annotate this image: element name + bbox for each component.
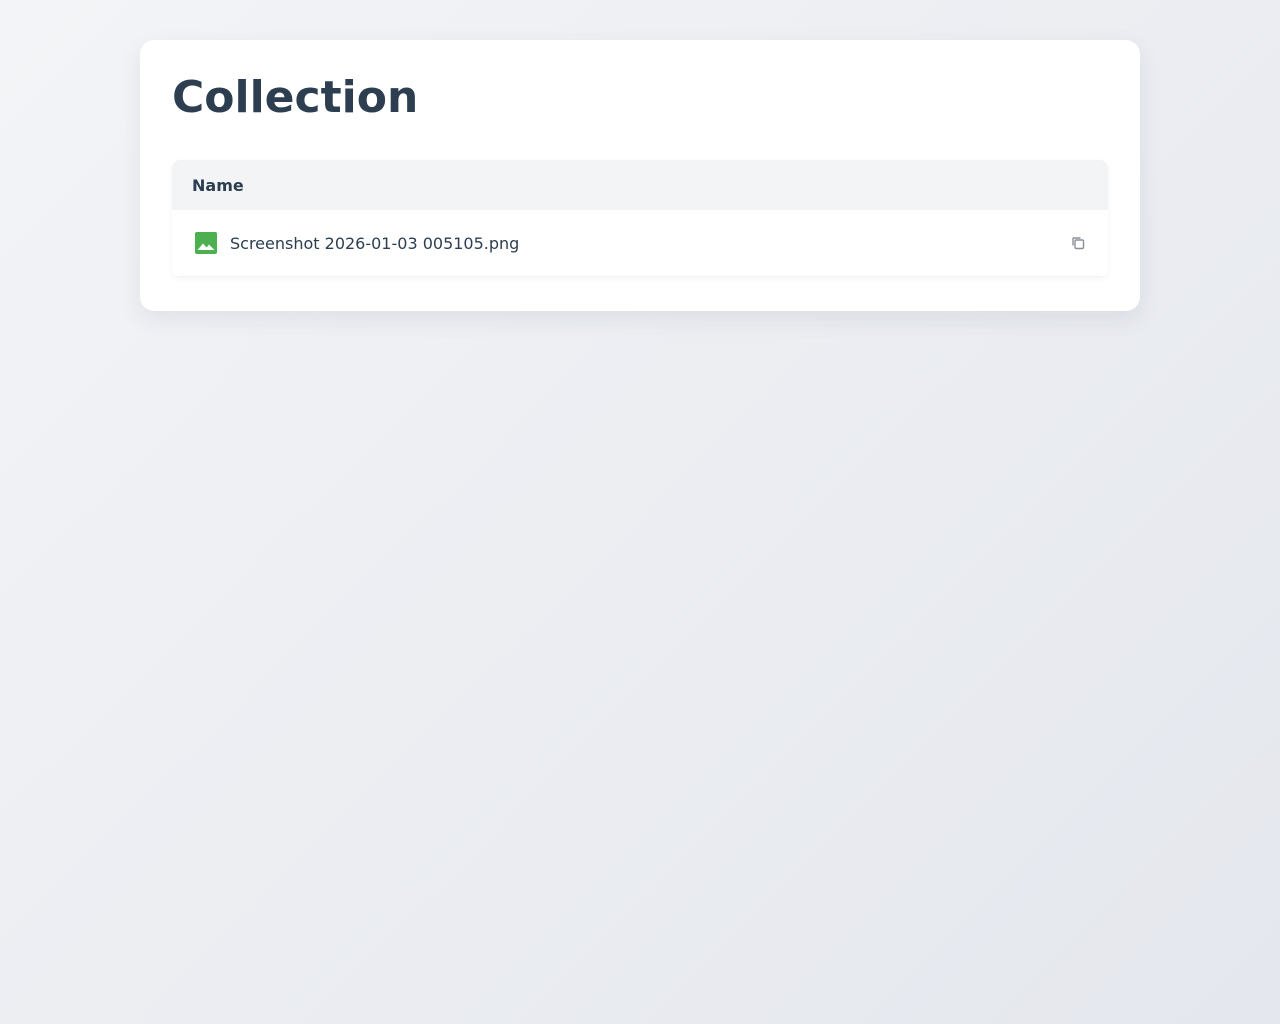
collection-card: Collection Name Screenshot 2026-01-03 00… <box>140 40 1140 311</box>
file-table: Name Screenshot 2026-01-03 005105.png <box>172 160 1108 277</box>
column-header-name[interactable]: Name <box>192 176 244 195</box>
table-header: Name <box>172 160 1108 210</box>
table-row[interactable]: Screenshot 2026-01-03 005105.png <box>172 210 1108 277</box>
image-icon <box>194 231 218 255</box>
copy-button[interactable] <box>1066 231 1090 255</box>
page-title: Collection <box>172 72 419 123</box>
copy-icon <box>1072 237 1085 250</box>
file-name[interactable]: Screenshot 2026-01-03 005105.png <box>230 234 1066 253</box>
